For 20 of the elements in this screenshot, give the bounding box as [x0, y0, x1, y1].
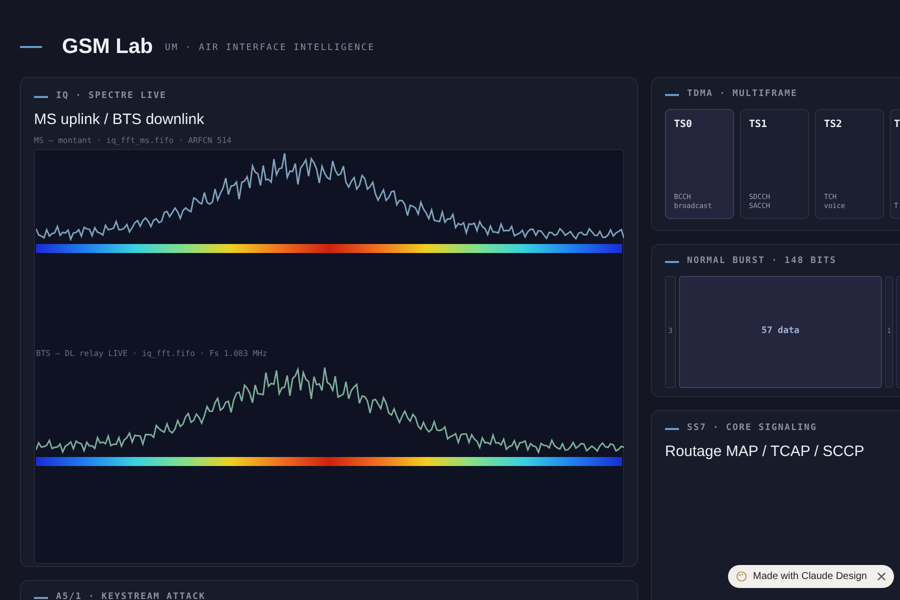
app-subtitle: UM · AIR INTERFACE INTELLIGENCE	[165, 42, 375, 56]
plot-caption: BTS — DL relay LIVE · iq_fft.fifo · Fs 1.083 MHz	[36, 348, 268, 360]
timeslot-name: TS1	[749, 118, 768, 132]
panel-title: MS uplink / BTS downlink	[34, 110, 206, 130]
section-label: SS7 · CORE SIGNALING	[687, 422, 817, 435]
timeslot-name: T	[894, 118, 900, 132]
plot-caption: MS — montant · iq_fft_ms.fifo · ARFCN 514	[34, 135, 232, 147]
section-label: A5/1 · KEYSTREAM ATTACK	[56, 591, 206, 600]
palette-icon	[736, 571, 747, 582]
section-label: IQ · SPECTRE LIVE	[56, 90, 166, 103]
badge-text: Made with Claude Design	[753, 570, 867, 584]
section-label: NORMAL BURST · 148 BITS	[687, 255, 836, 268]
section-label: TDMA · MULTIFRAME	[687, 88, 798, 101]
timeslot-name: TS2	[824, 118, 844, 132]
segment-label: 57 data	[762, 324, 800, 338]
made-with-badge[interactable]: Made with Claude Design	[728, 565, 894, 588]
close-icon[interactable]	[876, 572, 886, 581]
app-title: GSM Lab	[62, 34, 154, 60]
panel-title: Routage MAP / TCAP / SCCP	[665, 442, 866, 462]
timeslot-name: TS0	[674, 118, 694, 132]
